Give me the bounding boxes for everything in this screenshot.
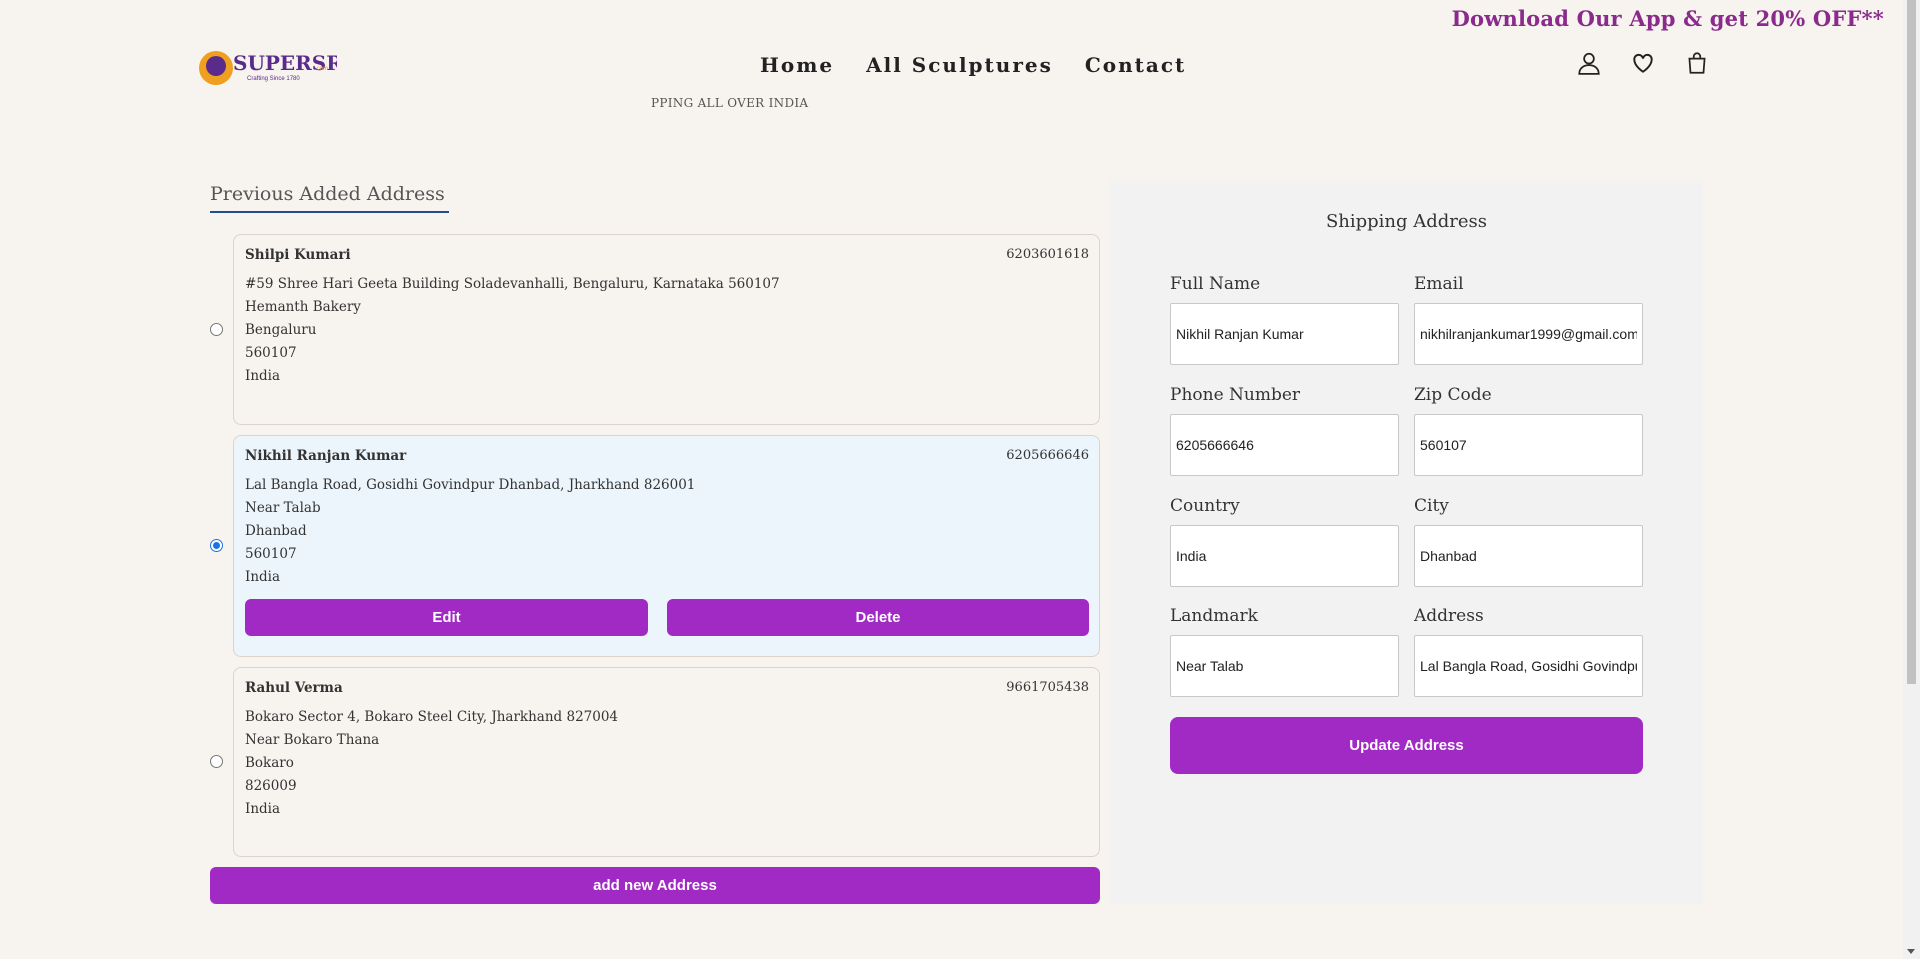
full-name-label: Full Name xyxy=(1170,274,1261,294)
address-label: Address xyxy=(1414,606,1484,626)
nav-home[interactable]: Home xyxy=(760,53,834,77)
address-line: Lal Bangla Road, Gosidhi Govindpur Dhanb… xyxy=(245,477,696,493)
address-city: Dhanbad xyxy=(245,523,307,539)
email-label: Email xyxy=(1414,274,1464,294)
logo-tld-text: .com xyxy=(315,66,328,72)
shopping-bag-icon[interactable] xyxy=(1684,50,1710,76)
address-phone: 6205666646 xyxy=(1006,448,1089,463)
logo-tagline: Crafting Since 1780 xyxy=(247,76,300,82)
zip-label: Zip Code xyxy=(1414,385,1492,405)
logo-emblem-inner xyxy=(206,56,226,76)
address-line: #59 Shree Hari Geeta Building Soladevanh… xyxy=(245,276,780,292)
address-country: India xyxy=(245,569,281,585)
landmark-label: Landmark xyxy=(1170,606,1258,626)
address-name: Shilpi Kumari xyxy=(245,247,351,263)
page-scrollbar[interactable] xyxy=(1903,0,1920,959)
scroll-down-icon[interactable] xyxy=(1907,949,1915,954)
address-input[interactable] xyxy=(1414,635,1643,697)
phone-label: Phone Number xyxy=(1170,385,1301,405)
delete-button[interactable]: Delete xyxy=(667,599,1089,636)
full-name-input[interactable] xyxy=(1170,303,1399,365)
previous-address-heading: Previous Added Address xyxy=(210,183,449,213)
address-zip: 560107 xyxy=(245,546,297,562)
address-card[interactable]: Shilpi Kumari 6203601618 #59 Shree Hari … xyxy=(233,234,1100,425)
address-country: India xyxy=(245,368,281,384)
address-phone: 6203601618 xyxy=(1006,247,1089,262)
address-card[interactable]: Rahul Verma 9661705438 Bokaro Sector 4, … xyxy=(233,667,1100,857)
address-card-selected[interactable]: Nikhil Ranjan Kumar 6205666646 Lal Bangl… xyxy=(233,435,1100,657)
add-new-address-button[interactable]: add new Address xyxy=(210,867,1100,904)
address-landmark: Near Bokaro Thana xyxy=(245,732,380,748)
promo-banner[interactable]: Download Our App & get 20% OFF** xyxy=(1452,6,1884,31)
address-zip: 826009 xyxy=(245,778,297,794)
nav-all-sculptures[interactable]: All Sculptures xyxy=(866,53,1053,77)
city-input[interactable] xyxy=(1414,525,1643,587)
address-landmark: Hemanth Bakery xyxy=(245,299,361,315)
address-radio-2[interactable] xyxy=(210,539,223,552)
city-label: City xyxy=(1414,496,1449,516)
address-line: Bokaro Sector 4, Bokaro Steel City, Jhar… xyxy=(245,709,619,725)
shipping-marquee: PPING ALL OVER INDIA xyxy=(651,96,809,110)
edit-button[interactable]: Edit xyxy=(245,599,648,636)
heart-icon[interactable] xyxy=(1630,50,1656,76)
scrollbar-thumb[interactable] xyxy=(1907,0,1916,684)
update-address-button[interactable]: Update Address xyxy=(1170,717,1643,774)
zip-input[interactable] xyxy=(1414,414,1643,476)
phone-input[interactable] xyxy=(1170,414,1399,476)
address-phone: 9661705438 xyxy=(1006,680,1089,695)
address-name: Rahul Verma xyxy=(245,680,343,696)
address-radio-1[interactable] xyxy=(210,323,223,336)
header-icons xyxy=(1576,50,1710,76)
address-country: India xyxy=(245,801,281,817)
address-radio-3[interactable] xyxy=(210,755,223,768)
shipping-title: Shipping Address xyxy=(1325,211,1488,232)
email-input[interactable] xyxy=(1414,303,1643,365)
user-icon[interactable] xyxy=(1576,50,1602,76)
address-city: Bokaro xyxy=(245,755,294,771)
address-name: Nikhil Ranjan Kumar xyxy=(245,448,407,464)
address-city: Bengaluru xyxy=(245,322,317,338)
country-label: Country xyxy=(1170,496,1240,516)
country-input[interactable] xyxy=(1170,525,1399,587)
shipping-address-panel: Shipping Address Full Name Email Phone N… xyxy=(1110,181,1703,904)
nav-contact[interactable]: Contact xyxy=(1085,53,1186,77)
supersri-logo[interactable]: SUPERSRI .com Crafting Since 1780 xyxy=(197,44,337,90)
landmark-input[interactable] xyxy=(1170,635,1399,697)
main-nav: Home All Sculptures Contact xyxy=(760,53,1186,77)
address-zip: 560107 xyxy=(245,345,297,361)
address-landmark: Near Talab xyxy=(245,500,321,516)
